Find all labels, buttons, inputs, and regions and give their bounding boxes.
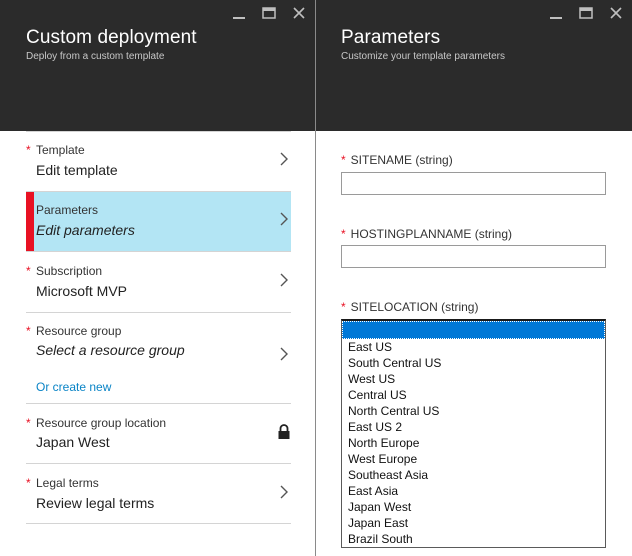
dropdown-option[interactable]: West Europe (342, 451, 605, 467)
item-value: Review legal terms (36, 495, 155, 511)
item-value: Microsoft MVP (36, 283, 128, 299)
chevron-right-icon (280, 273, 288, 287)
subscription-item[interactable]: * Subscription Microsoft MVP (26, 251, 291, 312)
hostingplanname-input[interactable] (341, 245, 606, 268)
dropdown-option[interactable]: North Central US (342, 403, 605, 419)
item-label: Legal terms (36, 476, 99, 490)
resource-group-location-item: * Resource group location Japan West (26, 403, 291, 463)
required-marker: * (26, 416, 31, 430)
required-marker: * (26, 324, 31, 338)
item-label: Parameters (36, 203, 99, 217)
blade-title: Custom deployment (26, 27, 197, 48)
minimize-icon[interactable] (231, 5, 247, 21)
active-indicator (26, 192, 34, 251)
dropdown-selected-option[interactable] (342, 321, 605, 339)
required-marker: * (26, 143, 31, 157)
item-label: Template (36, 143, 85, 157)
item-value: Japan West (36, 434, 110, 450)
sitelocation-label: * SITELOCATION (string) (341, 300, 479, 314)
required-marker: * (26, 264, 31, 278)
dropdown-option[interactable]: Southeast Asia (342, 467, 605, 483)
required-marker: * (26, 476, 31, 490)
item-label: Subscription (36, 264, 103, 278)
chevron-right-icon (280, 485, 288, 499)
maximize-icon[interactable] (578, 5, 594, 21)
create-new-resource-group-link[interactable]: Or create new (36, 380, 111, 394)
hostingplanname-label: * HOSTINGPLANNAME (string) (341, 227, 513, 241)
dropdown-option[interactable]: East US 2 (342, 419, 605, 435)
custom-deployment-blade: Custom deployment Deploy from a custom t… (0, 0, 315, 556)
minimize-icon[interactable] (548, 5, 564, 21)
blade-header: Parameters Customize your template param… (316, 0, 632, 131)
blade-title: Parameters (341, 27, 441, 48)
item-value: Edit parameters (36, 222, 135, 238)
parameters-item[interactable]: Parameters Edit parameters (26, 191, 291, 251)
chevron-right-icon (280, 212, 288, 226)
lock-icon (278, 424, 290, 439)
dropdown-option[interactable]: Japan West (342, 499, 605, 515)
dropdown-option[interactable]: Japan East (342, 515, 605, 531)
item-value: Edit template (36, 162, 118, 178)
blade-subtitle: Customize your template parameters (341, 51, 505, 62)
legal-terms-item[interactable]: * Legal terms Review legal terms (26, 463, 291, 524)
close-icon[interactable] (291, 5, 307, 21)
template-item[interactable]: * Template Edit template (26, 131, 291, 191)
sitename-input[interactable] (341, 172, 606, 195)
close-icon[interactable] (608, 5, 624, 21)
chevron-right-icon (280, 152, 288, 166)
sitelocation-dropdown[interactable]: East US South Central US West US Central US… (341, 319, 606, 548)
dropdown-option[interactable]: Central US (342, 387, 605, 403)
dropdown-option[interactable]: North Europe (342, 435, 605, 451)
item-label: Resource group location (36, 416, 167, 430)
dropdown-option[interactable]: South Central US (342, 355, 605, 371)
dropdown-option[interactable]: East Asia (342, 483, 605, 499)
dropdown-option[interactable]: East US (342, 339, 605, 355)
sitename-label: * SITENAME (string) (341, 153, 453, 167)
blade-header: Custom deployment Deploy from a custom t… (0, 0, 315, 131)
dropdown-option-list: East US South Central US West US Central US… (342, 339, 605, 547)
item-label: Resource group (36, 324, 122, 338)
chevron-right-icon (280, 347, 288, 361)
parameters-blade: Parameters Customize your template param… (316, 0, 632, 556)
maximize-icon[interactable] (261, 5, 277, 21)
item-value: Select a resource group (36, 342, 185, 358)
blade-subtitle: Deploy from a custom template (26, 51, 165, 62)
dropdown-option[interactable]: Brazil South (342, 531, 605, 547)
dropdown-option[interactable]: West US (342, 371, 605, 387)
